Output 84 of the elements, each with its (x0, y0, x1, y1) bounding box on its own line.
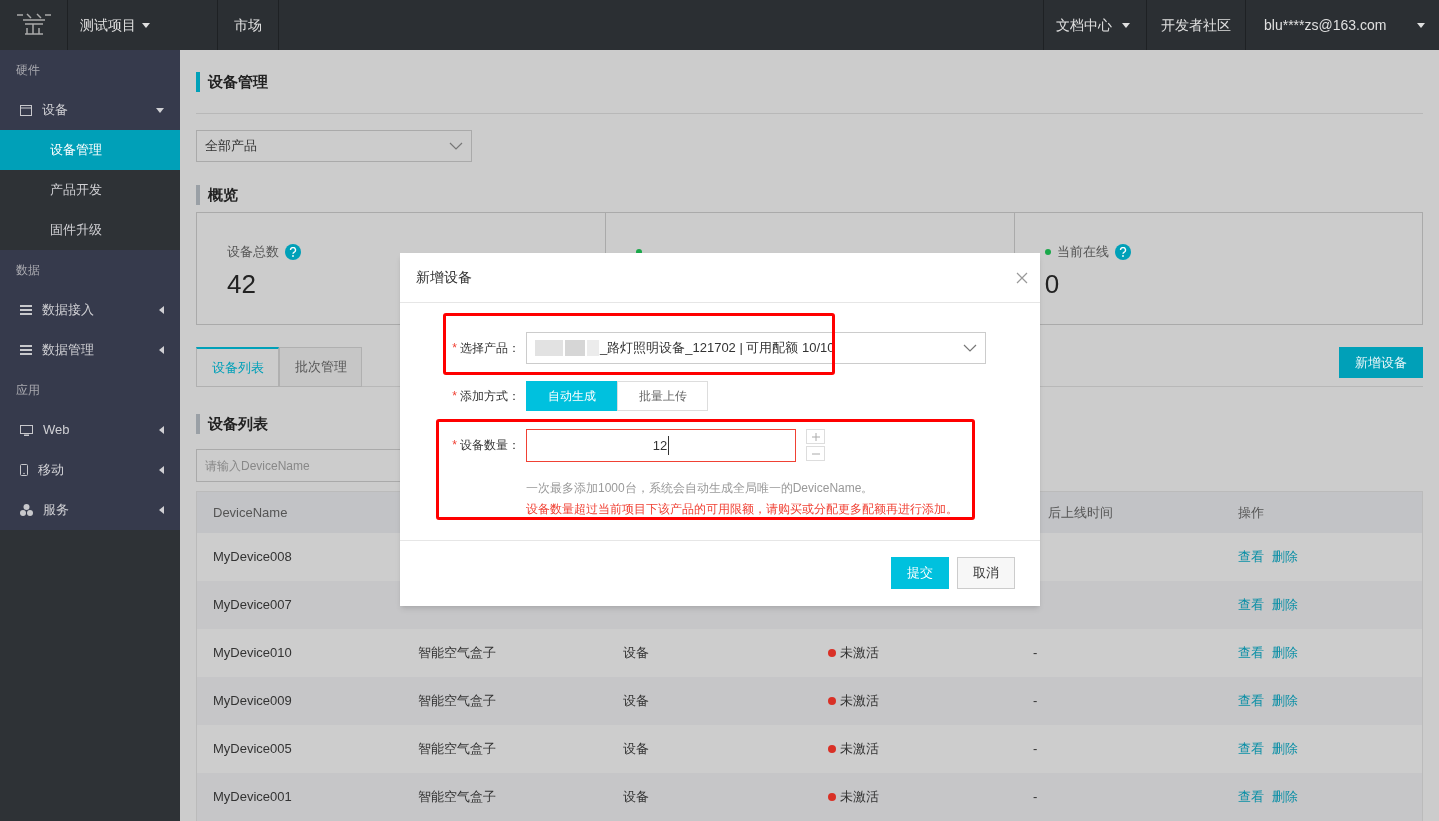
phone-icon (20, 464, 28, 476)
caret-icon (159, 466, 164, 474)
market-link[interactable]: 市场 (218, 0, 279, 50)
status-text: 未激活 (840, 644, 879, 663)
error-text: 设备数量超过当前项目下该产品的可用限额，请购买或分配更多配额再进行添加。 (526, 501, 958, 518)
table-cell: 设备 (623, 645, 649, 661)
minus-icon (811, 452, 820, 455)
help-icon[interactable] (285, 244, 301, 260)
table-cell: 智能空气盒子 (418, 645, 496, 661)
table-cell: MyDevice010 (213, 645, 292, 661)
blur-mask (535, 338, 599, 358)
monitor-icon (20, 424, 33, 436)
increment-button[interactable] (806, 429, 825, 444)
sidebar-group-label: 应用 (15, 382, 41, 399)
count-value: 12 (652, 435, 670, 456)
caret-icon (159, 426, 164, 434)
tab[interactable]: 批次管理 (279, 347, 362, 387)
table-cell: - (1033, 789, 1038, 805)
table-cell: MyDevice009 (213, 693, 292, 709)
logo-icon (14, 12, 53, 38)
stat-value: 0 (1044, 269, 1060, 299)
column-header: DeviceName (213, 504, 288, 520)
caret-icon (159, 306, 164, 314)
table-cell: - (1033, 741, 1038, 757)
status-text: 未激活 (840, 740, 879, 759)
count-input[interactable]: 12 (526, 429, 796, 462)
list-icon (20, 305, 32, 315)
list-icon (20, 345, 32, 355)
sidebar-group-label: 硬件 (15, 62, 41, 79)
caret-icon (159, 346, 164, 354)
caret-icon (1417, 22, 1425, 28)
cancel-button[interactable]: 取消 (957, 557, 1015, 589)
caret-icon (159, 506, 164, 514)
sidebar-item[interactable]: 数据接入 (0, 290, 180, 330)
status-text: 未激活 (840, 692, 879, 711)
table-cell: - (1033, 645, 1038, 661)
account-menu[interactable]: blu****zs@163.com (1245, 0, 1439, 50)
table-cell: 设备 (623, 741, 649, 757)
chevron-down-icon (963, 344, 977, 352)
sidebar-item[interactable]: 服务 (0, 490, 180, 530)
stat-value: 42 (227, 269, 256, 299)
sidebar-item[interactable]: Web (0, 410, 180, 450)
table-cell: 设备 (623, 789, 649, 805)
sidebar-group-label: 数据 (15, 262, 41, 279)
sidebar-subitem[interactable]: 产品开发 (0, 170, 180, 210)
table-cell: 智能空气盒子 (418, 789, 496, 805)
table-cell: MyDevice008 (213, 549, 292, 565)
docs-menu[interactable]: 文档中心 (1043, 0, 1146, 50)
section-title: 概览 (208, 184, 238, 205)
close-icon[interactable] (1016, 271, 1028, 284)
table-cell: 设备 (623, 693, 649, 709)
community-link[interactable]: 开发者社区 (1146, 0, 1245, 50)
table-cell: MyDevice001 (213, 789, 292, 805)
status-text: 未激活 (840, 788, 879, 807)
field-label: * 选择产品： (451, 340, 521, 357)
hint-text: 一次最多添加1000台，系统会自动生成全局唯一的DeviceName。 (526, 480, 875, 497)
column-header: 操作 (1238, 504, 1264, 520)
cubes-icon (20, 504, 33, 516)
sidebar-item[interactable]: 移动 (0, 450, 180, 490)
method-option[interactable]: 批量上传 (617, 381, 708, 411)
sidebar-item[interactable]: 数据管理 (0, 330, 180, 370)
sidebar-subitem[interactable]: 固件升级 (0, 210, 180, 250)
column-header: 后上线时间 (1048, 504, 1113, 520)
table-cell: 智能空气盒子 (418, 741, 496, 757)
field-label: * 添加方式： (451, 388, 521, 405)
window-icon (20, 104, 32, 116)
product-select[interactable]: 全部产品 (196, 130, 472, 162)
table-cell: 智能空气盒子 (418, 693, 496, 709)
stat-label: 设备总数 (227, 243, 279, 262)
table-cell: - (1033, 693, 1038, 709)
caret-icon (156, 107, 164, 113)
section-title: 设备列表 (208, 413, 268, 434)
table-cell: MyDevice005 (213, 741, 292, 757)
help-icon[interactable] (1114, 244, 1131, 260)
plus-icon (811, 432, 820, 441)
sidebar-item[interactable]: 设备 (0, 90, 180, 130)
caret-icon (142, 22, 150, 28)
caret-icon (1122, 22, 1130, 28)
stat-label: 当前在线 (1056, 243, 1109, 262)
section-title: 设备管理 (208, 71, 268, 92)
dialog-title: 新增设备 (416, 268, 472, 287)
table-cell: MyDevice007 (213, 597, 292, 613)
decrement-button[interactable] (806, 446, 825, 461)
chevron-down-icon (449, 142, 463, 150)
